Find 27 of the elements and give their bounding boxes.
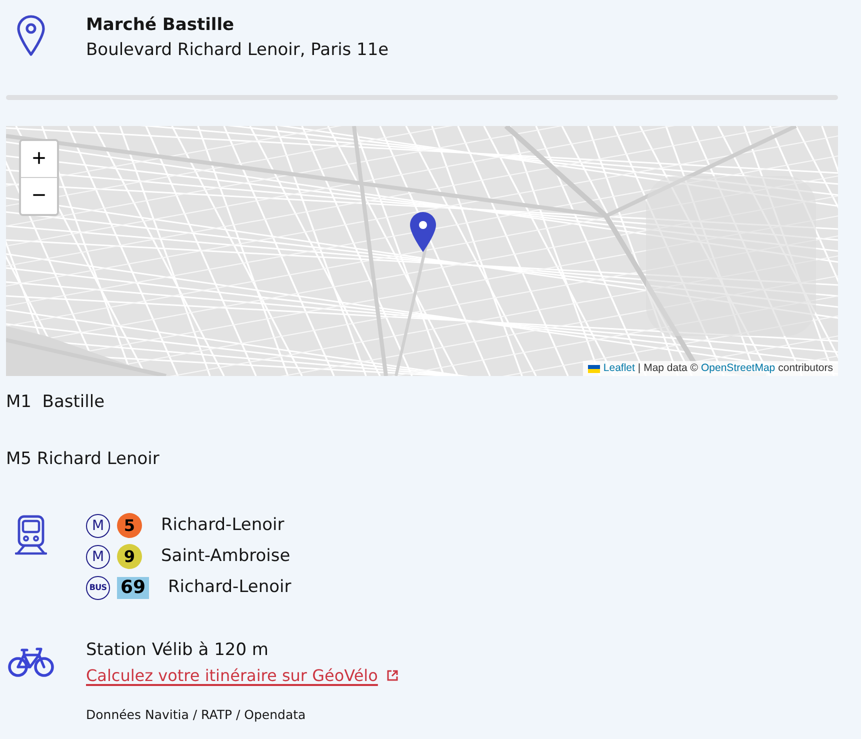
attribution-text: | Map data © — [638, 363, 698, 374]
external-link-icon — [386, 670, 398, 681]
station-text: M5 Richard Lenoir — [6, 448, 160, 471]
station-text: M1 Bastille — [6, 391, 105, 414]
line-badge: 5 — [117, 513, 142, 538]
data-source-text: Données Navitia / RATP / Opendata — [86, 706, 306, 724]
line-badge: 69 — [117, 576, 149, 598]
leaflet-link[interactable]: Leaflet — [603, 363, 635, 374]
bike-station-text: Station Vélib à 120 m — [86, 639, 268, 662]
attribution-text: contributors — [778, 363, 833, 374]
bus-mode-badge: BUS — [86, 576, 110, 600]
place-address: Boulevard Richard Lenoir, Paris 11e — [86, 39, 389, 62]
location-pin-icon — [17, 15, 45, 56]
metro-mode-badge: M — [86, 544, 110, 568]
metro-mode-badge: M — [86, 514, 110, 538]
stop-name: Richard-Lenoir — [161, 514, 284, 537]
stop-name: Richard-Lenoir — [168, 576, 292, 599]
stop-name: Saint-Ambroise — [161, 545, 290, 568]
bicycle-icon — [8, 646, 54, 677]
geovelo-link[interactable]: Calculez votre itinéraire sur GéoVélo — [86, 663, 398, 688]
train-icon — [15, 515, 47, 557]
openstreetmap-link[interactable]: OpenStreetMap — [701, 363, 776, 374]
map-marker-icon[interactable] — [410, 212, 436, 252]
line-badge: 9 — [117, 544, 142, 569]
place-name: Marché Bastille — [86, 14, 234, 37]
flag-icon — [588, 364, 600, 372]
zoom-in-button[interactable]: + — [21, 141, 57, 178]
